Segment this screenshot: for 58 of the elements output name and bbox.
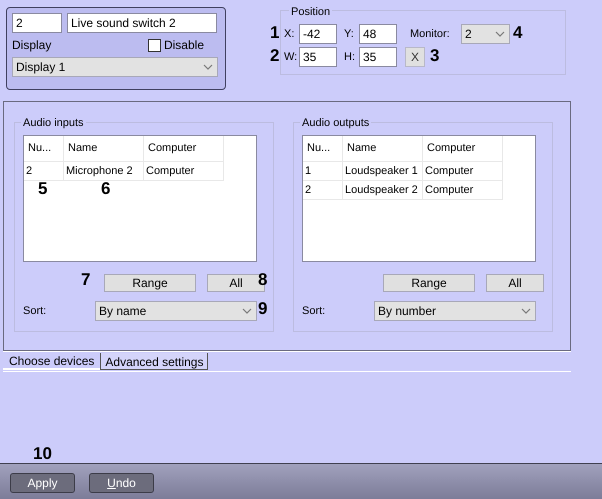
column-header[interactable]: Name [343, 136, 423, 162]
table-cell: 2 [24, 162, 64, 181]
push-button[interactable]: Range [104, 274, 196, 292]
w-field[interactable]: 35 [299, 47, 337, 67]
push-button[interactable]: Range [383, 274, 475, 292]
table-cell: 1 [303, 162, 343, 181]
group-title: Audio inputs [21, 115, 86, 132]
sort-label: Sort: [23, 304, 48, 319]
dropdown[interactable]: Display 1 [12, 57, 218, 77]
close-button[interactable]: X [405, 47, 425, 67]
callout-number: 9 [258, 300, 268, 317]
column-header[interactable]: Name [64, 136, 144, 162]
footer-button[interactable]: Apply [10, 472, 75, 492]
y-field[interactable]: 48 [359, 24, 397, 44]
tab[interactable]: Advanced settings [100, 353, 208, 370]
callout-number: 8 [258, 271, 268, 288]
h-label: H: [344, 50, 356, 65]
group-title: Audio outputs [300, 115, 372, 132]
push-button[interactable]: All [486, 274, 544, 292]
dropdown[interactable]: By number [374, 301, 536, 321]
w-label: W: [284, 50, 298, 65]
callout-number: 4 [513, 24, 522, 41]
x-label: X: [284, 26, 296, 42]
callout-number: 5 [38, 180, 48, 197]
callout-number: 10 [33, 445, 52, 462]
chevron-down-icon [521, 308, 531, 314]
disable-checkbox[interactable] [148, 38, 161, 52]
dropdown[interactable]: By name [95, 301, 257, 321]
column-header[interactable]: Nu... [303, 136, 343, 162]
y-label: Y: [344, 26, 355, 42]
table-cell: Microphone 2 [64, 162, 144, 181]
table-cell: Computer [423, 162, 503, 181]
display-label: Display [12, 37, 52, 54]
callout-number: 6 [101, 180, 110, 197]
callout-number: 7 [81, 271, 90, 288]
chevron-down-icon [495, 31, 505, 37]
chevron-down-icon [242, 308, 252, 314]
monitor-label: Monitor: [410, 26, 451, 42]
column-header[interactable]: Computer [423, 136, 503, 162]
callout-number: 1 [270, 24, 280, 41]
disable-label: Disable [164, 37, 204, 54]
id-field[interactable]: 2 [12, 13, 62, 33]
h-field[interactable]: 35 [359, 47, 397, 67]
table-cell: Computer [423, 181, 503, 200]
callout-number: 3 [430, 47, 440, 64]
table-cell: 2 [303, 181, 343, 200]
sort-label: Sort: [302, 304, 326, 319]
footer-button[interactable]: Undo [89, 472, 154, 492]
table-cell: Loudspeaker 1 [343, 162, 423, 181]
column-header[interactable]: Nu... [24, 136, 64, 162]
chevron-down-icon [203, 64, 213, 70]
x-field[interactable]: -42 [299, 24, 337, 44]
table-cell: Loudspeaker 2 [343, 181, 423, 200]
name-field[interactable]: Live sound switch 2 [67, 13, 217, 33]
table-cell: Computer [144, 162, 224, 181]
callout-number: 2 [270, 47, 280, 64]
dropdown[interactable]: 2 [461, 24, 510, 44]
column-header[interactable]: Computer [144, 136, 224, 162]
